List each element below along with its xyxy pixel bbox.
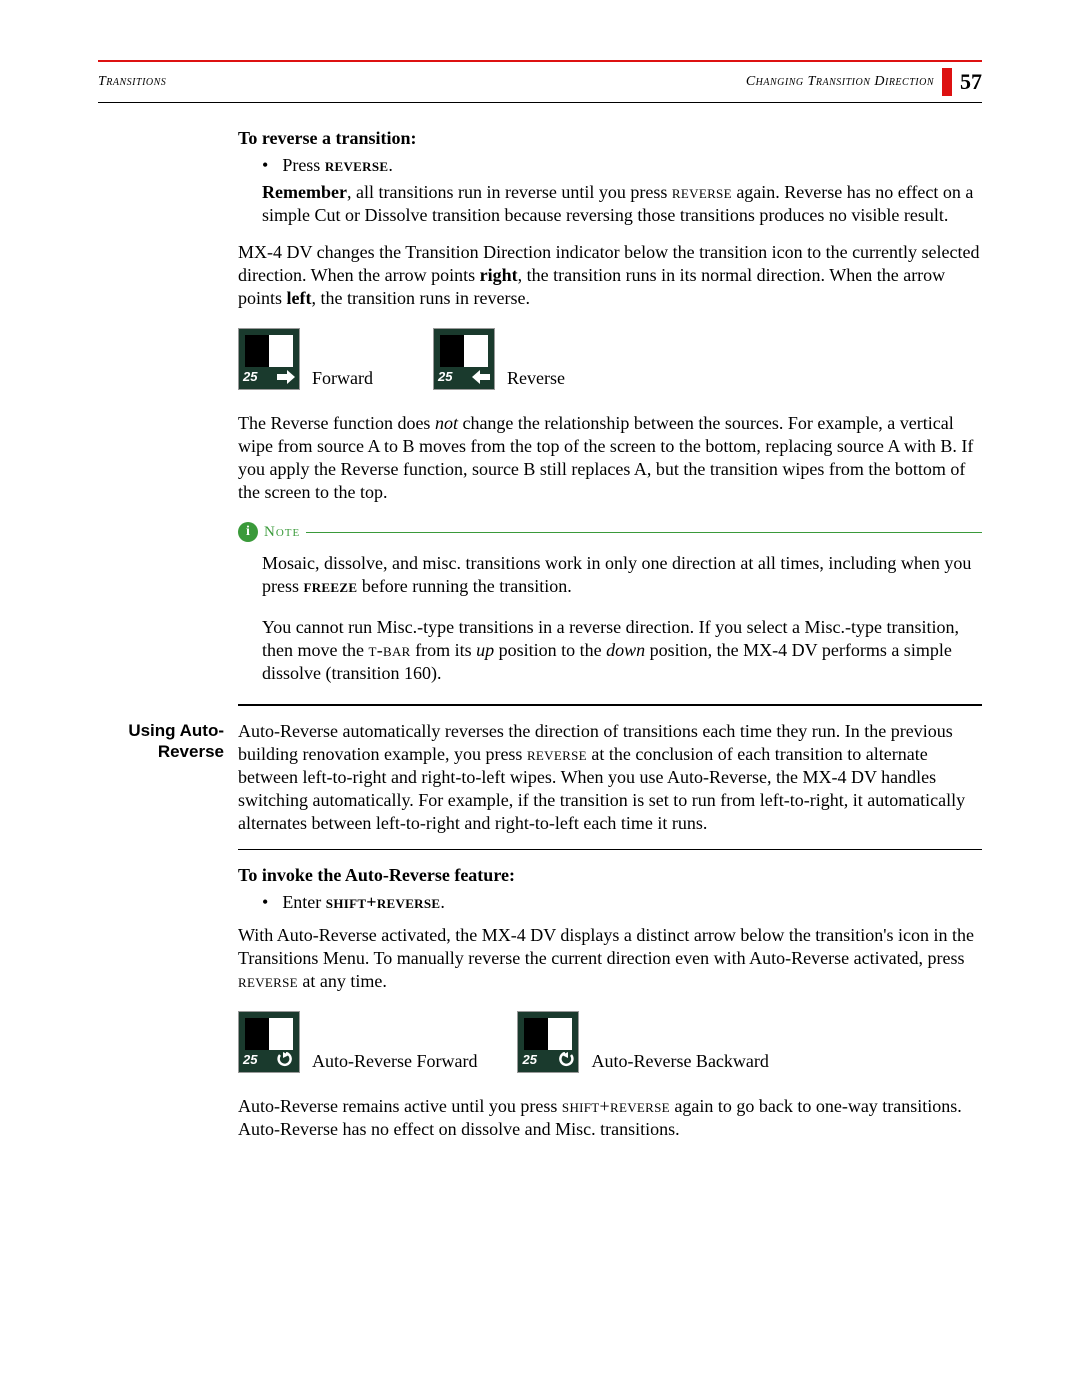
note-label: Note [264,523,300,542]
header-left: Transitions [98,74,166,90]
auto-reverse-backward-icon [556,1052,574,1068]
transition-icon-auto-backward: 25 [517,1011,579,1073]
heading-reverse-transition: To reverse a transition: [238,127,982,150]
transition-icon-forward: 25 [238,328,300,390]
bullet-enter-shift-reverse: • Enter shift+reverse. [238,891,982,914]
info-icon: i [238,522,258,542]
label-auto-backward: Auto-Reverse Backward [591,1050,768,1073]
page-header: Transitions Changing Transition Directio… [98,68,982,96]
direction-icons-row: 25 Forward 25 Reverse [238,328,982,390]
paragraph-auto-reverse-intro: Auto-Reverse automatically reverses the … [238,720,982,835]
header-red-marker [942,68,952,96]
remember-paragraph: Remember, all transitions run in reverse… [238,181,982,227]
label-reverse: Reverse [507,367,565,390]
note-block: i Note Mosaic, dissolve, and misc. trans… [238,522,982,685]
header-right: Changing Transition Direction [746,74,934,90]
heading-invoke-auto-reverse: To invoke the Auto-Reverse feature: [238,864,982,887]
paragraph-auto-reverse-activated: With Auto-Reverse activated, the MX-4 DV… [238,924,982,993]
transition-icon-auto-forward: 25 [238,1011,300,1073]
bullet-press-reverse: • Press reverse. [238,154,982,177]
note-paragraph-1: Mosaic, dissolve, and misc. transitions … [262,552,982,598]
arrow-left-icon [472,370,490,384]
label-forward: Forward [312,367,373,390]
page-number: 57 [960,69,982,95]
auto-reverse-forward-icon [277,1052,295,1068]
section-callout-auto-reverse: Using Auto-Reverse [94,720,224,763]
arrow-right-icon [277,370,295,384]
auto-reverse-icons-row: 25 Auto-Reverse Forward 25 Auto-Reverse … [238,1011,982,1073]
paragraph-auto-reverse-remains: Auto-Reverse remains active until you pr… [238,1095,982,1141]
paragraph-reverse-relationship: The Reverse function does not change the… [238,412,982,504]
note-paragraph-2: You cannot run Misc.-type transitions in… [262,616,982,685]
transition-icon-reverse: 25 [433,328,495,390]
label-auto-forward: Auto-Reverse Forward [312,1050,477,1073]
paragraph-direction-indicator: MX-4 DV changes the Transition Direction… [238,241,982,310]
